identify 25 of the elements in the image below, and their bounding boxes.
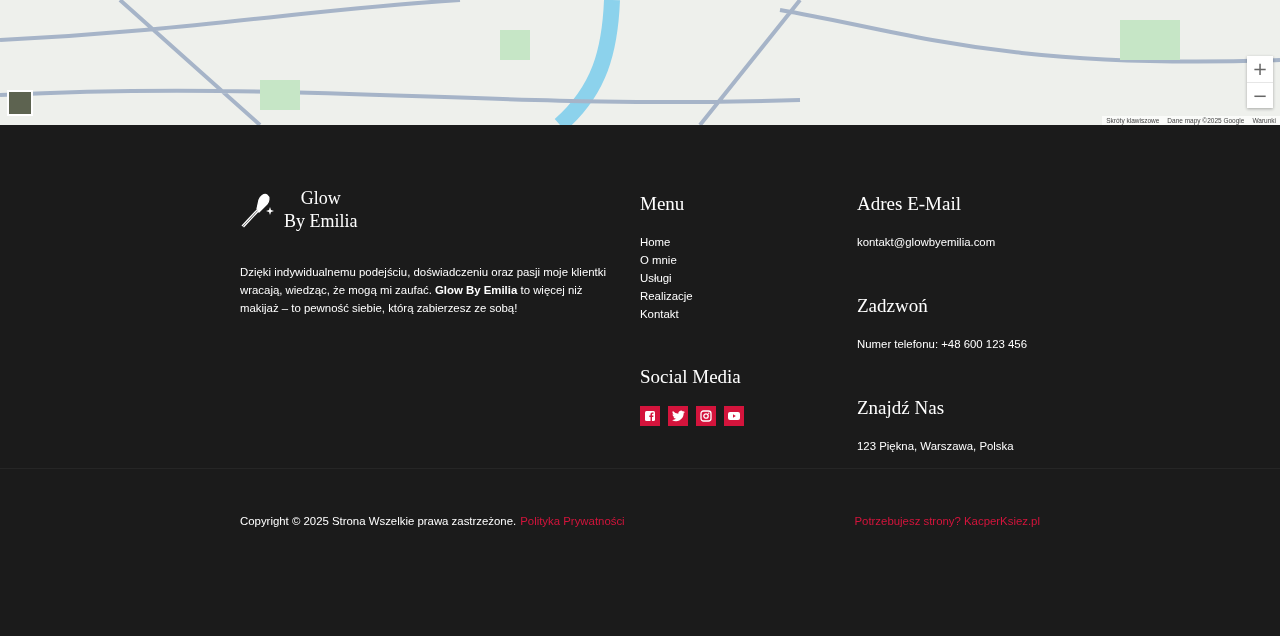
facebook-icon[interactable] (640, 406, 660, 426)
makeup-brush-icon (240, 192, 276, 228)
social-heading: Social Media (640, 366, 741, 388)
contact-text: kontakt@glowbyemilia.com (857, 235, 996, 250)
brand-description: Dzięki indywidualnemu podejściu, doświadczeniu oraz pasji moje klientki wracają, wiedząc, że mogą mi zaufać. Glow By Emilia to więcej niż makijaż – to pewność siebie, którą zabierzesz ze sobą! (240, 265, 607, 316)
contact-heading: Znajdź Nas (857, 397, 945, 419)
menu-link[interactable]: O mnie (640, 251, 677, 269)
menu-heading: Menu (640, 193, 685, 215)
menu-link[interactable]: Usługi (640, 269, 672, 287)
brand-name: Glow (300, 187, 341, 210)
contact-text: 123 Piękna, Warszawa, Polska (857, 439, 1014, 454)
youtube-icon[interactable] (724, 406, 744, 426)
contact-text: Numer telefonu: +48 600 123 456 (857, 337, 1028, 352)
copyright-text: Copyright © 2025 Strona Wszelkie prawa zastrzeżone. (240, 515, 517, 527)
menu-link[interactable]: Kontakt (640, 305, 679, 323)
zoom-out-button[interactable]: − (1247, 82, 1273, 108)
twitter-icon[interactable] (668, 406, 688, 426)
menu-link[interactable]: Home (640, 233, 671, 251)
contact-heading: Adres E-Mail (857, 193, 961, 215)
brand-name: By Emilia (284, 210, 358, 233)
zoom-in-button[interactable]: + (1247, 56, 1273, 82)
contact-heading: Zadzwoń (857, 295, 928, 317)
instagram-icon[interactable] (696, 406, 716, 426)
map-layer-thumbnail[interactable] (7, 90, 33, 116)
menu-link[interactable]: Realizacje (640, 287, 693, 305)
